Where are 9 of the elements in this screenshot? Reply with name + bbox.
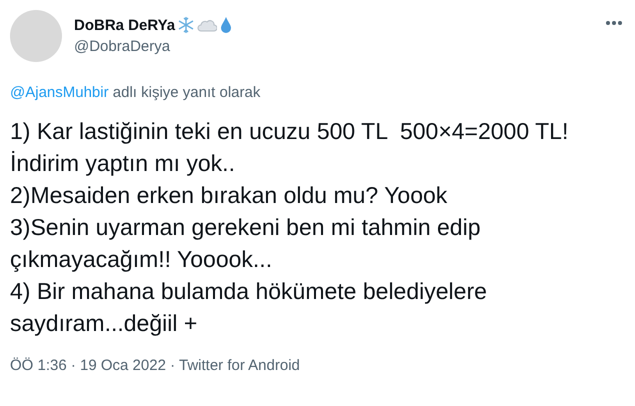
tweet-timestamp[interactable]: ÖÖ 1:36 · 19 Oca 2022 · Twitter for Android bbox=[10, 357, 623, 374]
cloud-icon bbox=[197, 17, 218, 33]
reply-context: @AjansMuhbir adlı kişiye yanıt olarak bbox=[10, 84, 262, 101]
droplet-icon bbox=[219, 16, 234, 34]
author-name[interactable]: DoBRa DeRYa bbox=[74, 16, 176, 34]
snowflake-icon bbox=[177, 16, 196, 34]
author-handle[interactable]: @DobraDerya bbox=[74, 38, 593, 55]
more-options-icon[interactable] bbox=[605, 20, 623, 26]
tweet-text: 1) Kar lastiğinin teki en ucuzu 500 TL 500×4=2000 TL! İndirim yaptın mı yok.. 2)Mesaiden erken bırakan oldu mu? Yoook 3)Senin uyarman gerekeni ben mi tahmin edip çıkmayacağım!! Yooook... 4) Bir mahana bulamda hökümete belediyelere saydıram...değiil + bbox=[10, 117, 570, 338]
